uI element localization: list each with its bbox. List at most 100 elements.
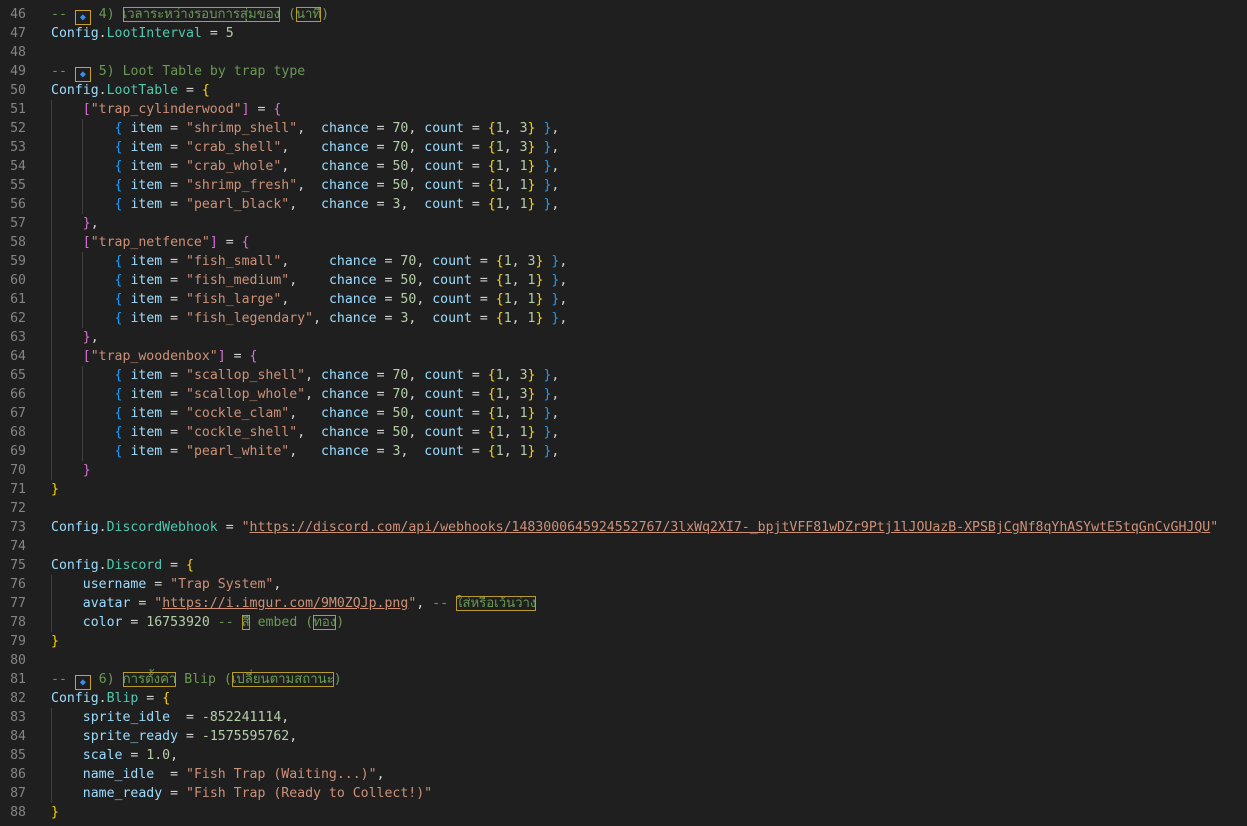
code-line[interactable]: 56 { item = "pearl_black", chance = 3, c… [0,195,1247,214]
code-token: Blip [106,691,139,706]
code-token: , [408,178,425,193]
code-line[interactable]: 68 { item = "cockle_shell", chance = 50,… [0,423,1247,442]
code-token: { [273,102,282,117]
code-token: , [289,444,322,459]
code-line[interactable]: 69 { item = "pearl_white", chance = 3, c… [0,442,1247,461]
code-line[interactable]: 46 -- ◆ 4) เวลาระหว่างรอบการสุ่มของ (นาที… [0,5,1247,25]
code-token: = [162,311,187,326]
code-token: = [463,406,488,421]
code-token: = [368,387,393,402]
code-token: , [408,311,433,326]
code-line[interactable]: 60 { item = "fish_medium", chance = 50, … [0,271,1247,290]
code-line[interactable]: 67 { item = "cockle_clam", chance = 50, … [0,404,1247,423]
code-token: chance [328,292,377,307]
code-token: , [281,254,329,269]
code-line[interactable]: 88} [0,803,1247,822]
code-token: , [408,368,425,383]
code-line[interactable]: 55 { item = "shrimp_fresh", chance = 50,… [0,176,1247,195]
code-token: , [281,140,322,155]
code-line[interactable]: 73 Config.DiscordWebhook = "https://disco… [0,518,1247,537]
code-line[interactable]: 81 -- ◆ 6) การตั้งค่า Blip (เปลี่ยนตามสถา… [0,670,1247,690]
code-text: { item = "shrimp_fresh", chance = 50, co… [51,176,560,195]
code-line[interactable]: 61 { item = "fish_large", chance = 50, c… [0,290,1247,309]
code-line[interactable]: 70 } [0,461,1247,480]
code-token: [ [82,102,91,117]
code-line[interactable]: 74 [0,537,1247,556]
code-line[interactable]: 86 name_idle = "Fish Trap (Waiting...)", [0,765,1247,784]
code-line[interactable]: 66 { item = "scallop_whole", chance = 70… [0,385,1247,404]
line-number: 69 [10,444,26,459]
code-line[interactable]: 63 }, [0,328,1247,347]
code-token: { [487,425,496,440]
code-line[interactable]: 78 color = 16753920 -- สี embed (ทอง) [0,613,1247,632]
code-line[interactable]: 57 }, [0,214,1247,233]
line-number: 77 [10,596,26,611]
code-token: , [90,216,99,231]
code-token: 50 [400,292,417,307]
code-line[interactable]: 52 { item = "shrimp_shell", chance = 70,… [0,119,1247,138]
code-token: chance [321,121,369,136]
code-line[interactable]: 50 Config.LootTable = { [0,81,1247,100]
code-token: , [511,311,528,326]
code-text: -- ◆ 4) เวลาระหว่างรอบการสุ่มของ (นาที) [51,5,329,25]
code-line[interactable]: 79} [0,632,1247,651]
code-line[interactable]: 84 sprite_ready = -1575595762, [0,727,1247,746]
code-text: color = 16753920 -- สี embed (ทอง) [51,613,344,632]
code-line[interactable]: 51 ["trap_cylinderwood"] = { [0,100,1247,119]
code-token: -852241114 [201,710,282,725]
line-number: 73 [10,520,26,535]
code-token: . [98,26,107,41]
code-editor[interactable]: 46 -- ◆ 4) เวลาระหว่างรอบการสุ่มของ (นาที… [0,5,1247,822]
code-token: sprite_ready [82,729,179,744]
code-token: [ [82,235,91,250]
line-number: 49 [10,64,26,79]
code-token: -- [51,672,75,687]
code-token: , [511,254,528,269]
code-token: 4) [90,7,123,22]
code-line[interactable]: 49 -- ◆ 5) Loot Table by trap type [0,62,1247,82]
code-line[interactable]: 77 avatar = "https://i.imgur.com/9M0ZQJp… [0,594,1247,613]
line-number: 54 [10,159,26,174]
code-line[interactable]: 47 Config.LootInterval = 5 [0,24,1247,43]
code-line[interactable]: 58 ["trap_netfence"] = { [0,233,1247,252]
code-line[interactable]: 65 { item = "scallop_shell", chance = 70… [0,366,1247,385]
code-line[interactable]: 82 Config.Blip = { [0,689,1247,708]
code-line[interactable]: 87 name_ready = "Fish Trap (Ready to Col… [0,784,1247,803]
code-token: item [130,311,163,326]
code-line[interactable]: 80 [0,651,1247,670]
code-line[interactable]: 75 Config.Discord = { [0,556,1247,575]
diamond-icon: ◆ [74,675,91,690]
line-number: 59 [10,254,26,269]
code-line[interactable]: 59 { item = "fish_small", chance = 70, c… [0,252,1247,271]
code-line[interactable]: 83 sprite_idle = -852241114, [0,708,1247,727]
code-token: count [432,273,472,288]
code-token: = [162,197,187,212]
highlighted-comment-text: การตั้งค่า [122,672,177,687]
code-token: = [376,311,401,326]
code-text: { item = "cockle_clam", chance = 50, cou… [51,404,560,423]
code-token: , [551,368,560,383]
url-link[interactable]: https://discord.com/api/webhooks/1483000… [250,520,1211,535]
code-token: , [408,121,425,136]
code-token: item [130,121,163,136]
code-line[interactable]: 62 { item = "fish_legendary", chance = 3… [0,309,1247,328]
code-line[interactable]: 71} [0,480,1247,499]
code-token: 1 [519,425,528,440]
code-line[interactable]: 85 scale = 1.0, [0,746,1247,765]
code-token: , [408,140,425,155]
code-line[interactable]: 53 { item = "crab_shell", chance = 70, c… [0,138,1247,157]
code-token: LootInterval [106,26,202,41]
code-token: = [162,178,187,193]
code-line[interactable]: 54 { item = "crab_whole", chance = 50, c… [0,157,1247,176]
code-token: sprite_idle [82,710,171,725]
code-line[interactable]: 48 [0,43,1247,62]
code-line[interactable]: 64 ["trap_woodenbox"] = { [0,347,1247,366]
code-line[interactable]: 72 [0,499,1247,518]
highlighted-comment-text: นาที [295,7,322,22]
url-link[interactable]: https://i.imgur.com/9M0ZQJp.png [162,596,408,611]
code-line[interactable]: 76 username = "Trap System", [0,575,1247,594]
